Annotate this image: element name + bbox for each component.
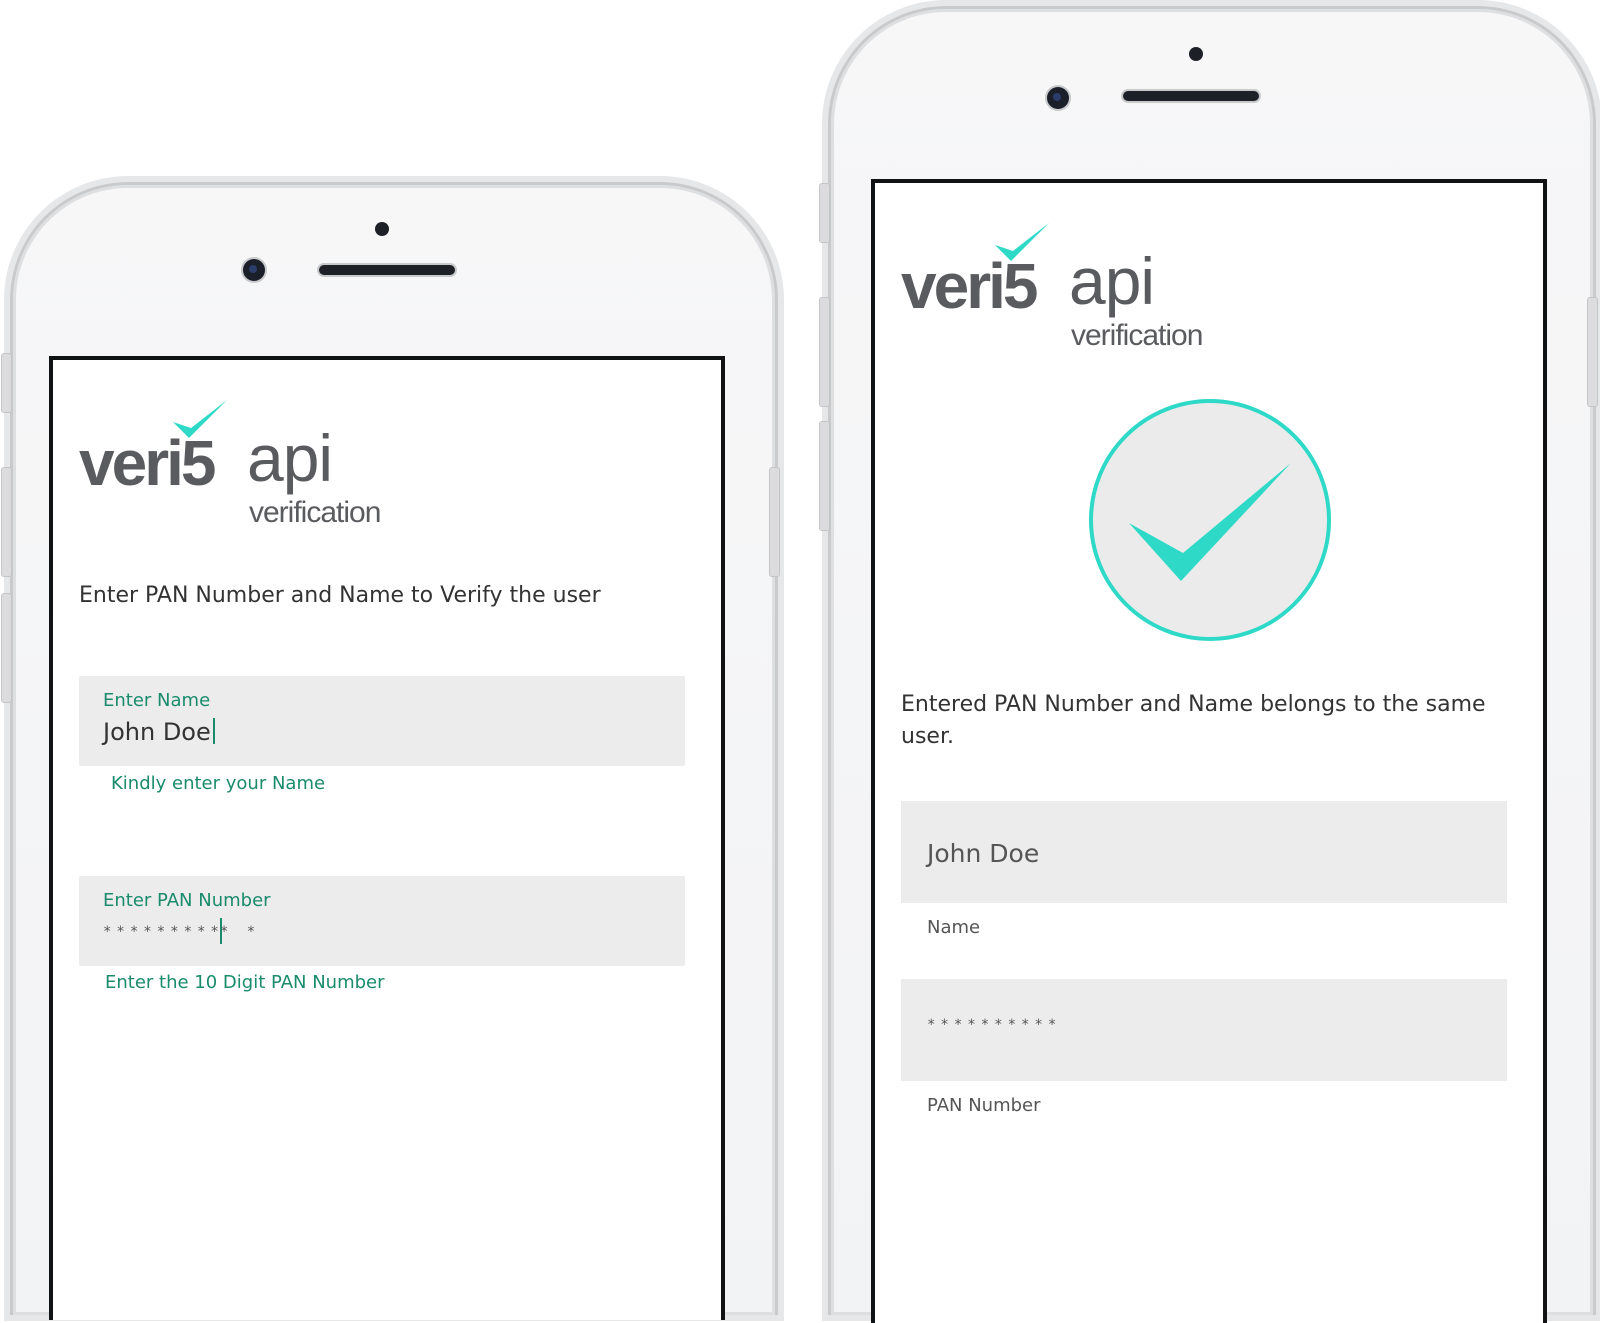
mute-switch — [1, 353, 12, 413]
phone-frame-form: veri5 api verification Enter PAN Number … — [1, 182, 780, 1320]
volume-down-button — [1, 593, 12, 703]
pan-field-label: Enter PAN Number — [103, 890, 271, 911]
name-input-value: John Doe — [103, 718, 211, 746]
text-caret — [212, 718, 215, 744]
power-button — [769, 467, 780, 577]
result-message: Entered PAN Number and Name belongs to t… — [901, 692, 1486, 749]
logo-wordmark: veri5 — [901, 250, 1038, 322]
proximity-sensor — [1189, 47, 1203, 61]
name-input[interactable]: John Doe — [103, 718, 215, 746]
pan-caption: PAN Number — [927, 1095, 1041, 1116]
pan-input-field[interactable]: Enter PAN Number ********** * — [79, 876, 685, 966]
front-camera-icon — [1047, 87, 1069, 109]
volume-up-button — [819, 297, 830, 407]
veri5-api-logo: veri5 api verification — [79, 400, 399, 536]
check-circle-icon — [1129, 463, 1291, 581]
name-helper-text: Kindly enter your Name — [111, 773, 326, 794]
logo-subtitle: verification — [249, 496, 381, 529]
pan-mask-after: * * — [219, 924, 261, 940]
instruction-text: Enter PAN Number and Name to Verify the … — [79, 583, 601, 608]
proximity-sensor — [375, 222, 389, 236]
mute-switch — [819, 183, 830, 243]
front-camera-icon — [243, 259, 265, 281]
earpiece-speaker — [319, 265, 455, 275]
veri5-api-logo: veri5 api verification — [901, 223, 1221, 359]
verified-name-field: John Doe — [901, 801, 1507, 903]
name-caption: Name — [927, 917, 981, 938]
name-field-label: Enter Name — [103, 690, 211, 711]
earpiece-speaker — [1123, 91, 1259, 101]
verified-pan-value: ********** — [927, 1017, 1062, 1033]
verified-pan-field: ********** — [901, 979, 1507, 1081]
volume-up-button — [1, 467, 12, 577]
verified-name-value: John Doe — [927, 839, 1040, 868]
form-screen: veri5 api verification Enter PAN Number … — [49, 356, 725, 1320]
success-badge — [1089, 399, 1331, 641]
pan-helper-text: Enter the 10 Digit PAN Number — [105, 972, 385, 993]
result-screen: veri5 api verification Entered PAN Numbe… — [871, 179, 1547, 1323]
volume-down-button — [819, 421, 830, 531]
power-button — [1587, 297, 1598, 407]
name-input-field[interactable]: Enter Name John Doe — [79, 676, 685, 766]
logo-api-text: api — [247, 421, 333, 495]
logo-wordmark: veri5 — [79, 427, 216, 499]
pan-mask-before: ********* — [103, 924, 224, 940]
logo-api-text: api — [1069, 244, 1155, 318]
phone-frame-result: veri5 api verification Entered PAN Numbe… — [819, 6, 1598, 1323]
pan-input[interactable]: ********** * — [103, 918, 260, 944]
logo-subtitle: verification — [1071, 319, 1203, 352]
